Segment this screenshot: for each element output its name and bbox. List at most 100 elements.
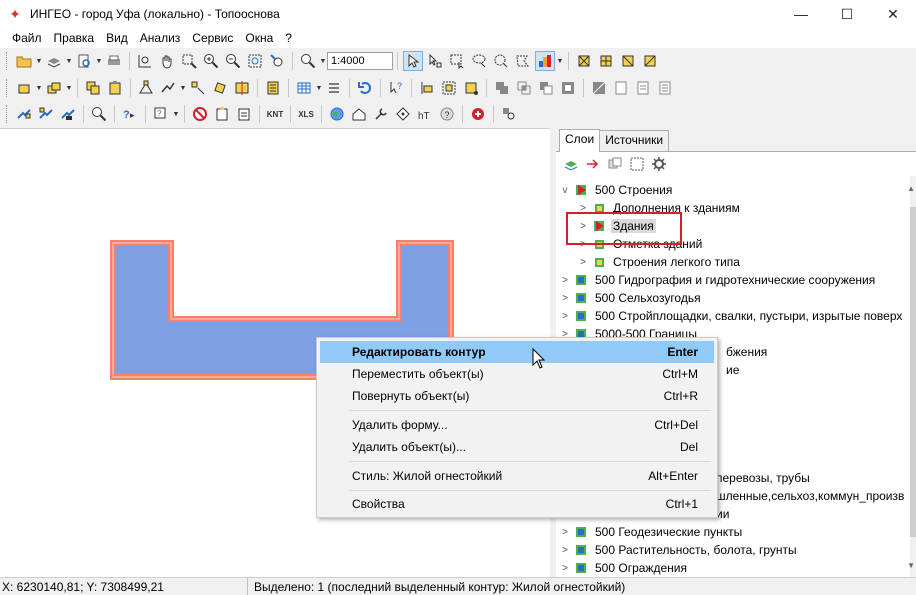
transform-1-icon[interactable] bbox=[15, 105, 33, 123]
zoom-out-icon[interactable] bbox=[224, 52, 242, 70]
chevron-down-icon[interactable]: ▼ bbox=[315, 85, 323, 92]
zoom-rect-icon[interactable] bbox=[180, 52, 198, 70]
globe-icon[interactable] bbox=[328, 105, 346, 123]
scale-icon[interactable] bbox=[299, 52, 317, 70]
layers-move-icon[interactable] bbox=[584, 155, 602, 173]
toolbar-grip[interactable] bbox=[6, 105, 10, 123]
height-tool-icon[interactable]: hT bbox=[416, 105, 434, 123]
xls-export-icon[interactable]: XLS bbox=[297, 105, 315, 123]
object-tool-2-icon[interactable] bbox=[597, 52, 615, 70]
tree-node[interactable]: v 500 Строения bbox=[559, 181, 674, 199]
query-select-icon[interactable]: ? ▸ bbox=[121, 105, 139, 123]
tree-node[interactable]: >500 Растительность, болота, грунты bbox=[559, 541, 799, 559]
style-palette-icon[interactable] bbox=[535, 51, 555, 71]
toolbar-grip[interactable] bbox=[6, 79, 10, 97]
snap-node-icon[interactable] bbox=[462, 79, 480, 97]
object-tool-1-icon[interactable] bbox=[575, 52, 593, 70]
attribute-icon[interactable] bbox=[264, 79, 282, 97]
menu-help[interactable]: ? bbox=[279, 28, 298, 48]
tab-layers[interactable]: Слои bbox=[559, 129, 601, 152]
move-node-icon[interactable] bbox=[189, 79, 207, 97]
rotate-object-icon[interactable] bbox=[211, 79, 229, 97]
new-object-icon[interactable] bbox=[15, 79, 33, 97]
maximize-button[interactable]: ☐ bbox=[824, 0, 870, 28]
layers-add-icon[interactable] bbox=[562, 155, 580, 173]
scroll-up-icon[interactable]: ▲ bbox=[907, 184, 915, 193]
menu-view[interactable]: Вид bbox=[100, 28, 134, 48]
print-preview-icon[interactable] bbox=[75, 52, 93, 70]
scrollbar-thumb[interactable] bbox=[910, 207, 916, 537]
layers-copy-icon[interactable] bbox=[606, 155, 624, 173]
minimize-button[interactable]: — bbox=[778, 0, 824, 28]
no-entry-icon[interactable] bbox=[191, 105, 209, 123]
close-button[interactable]: ✕ bbox=[870, 0, 916, 28]
chevron-right-icon[interactable]: > bbox=[559, 293, 571, 304]
chevron-right-icon[interactable]: > bbox=[559, 563, 571, 574]
menu-item-properties[interactable]: Свойства Ctrl+1 bbox=[320, 493, 714, 515]
snap-icon[interactable] bbox=[418, 79, 436, 97]
chevron-right-icon[interactable]: > bbox=[559, 275, 571, 286]
gear-icon[interactable] bbox=[650, 155, 668, 173]
clipboard-list-icon[interactable] bbox=[235, 105, 253, 123]
snap-grid-icon[interactable] bbox=[440, 79, 458, 97]
tree-node[interactable]: >500 Геодезические пункты bbox=[559, 523, 744, 541]
chevron-down-icon[interactable]: v bbox=[559, 185, 571, 196]
chevron-down-icon[interactable]: ▼ bbox=[65, 85, 73, 92]
object-tool-3-icon[interactable] bbox=[619, 52, 637, 70]
home-icon[interactable] bbox=[350, 105, 368, 123]
menu-analysis[interactable]: Анализ bbox=[134, 28, 187, 48]
open-folder-icon[interactable] bbox=[15, 52, 33, 70]
search-icon[interactable] bbox=[90, 105, 108, 123]
query-icon[interactable]: ? bbox=[387, 79, 405, 97]
node-edit-icon[interactable] bbox=[137, 79, 155, 97]
knt-export-icon[interactable]: KNT bbox=[266, 105, 284, 123]
select-node-icon[interactable] bbox=[426, 52, 444, 70]
chevron-down-icon[interactable]: ▼ bbox=[35, 58, 43, 65]
zoom-in-icon[interactable] bbox=[202, 52, 220, 70]
table-icon[interactable] bbox=[295, 79, 313, 97]
chevron-right-icon[interactable]: > bbox=[559, 527, 571, 538]
transform-3-icon[interactable] bbox=[59, 105, 77, 123]
toolbar-grip[interactable] bbox=[6, 52, 10, 70]
tree-node[interactable]: бжения bbox=[724, 343, 769, 361]
help-icon[interactable]: ? bbox=[438, 105, 456, 123]
chevron-down-icon[interactable]: ▼ bbox=[556, 58, 564, 65]
tree-node[interactable]: >500 Стройплощадки, свалки, пустыри, изр… bbox=[559, 307, 904, 325]
paste-object-icon[interactable] bbox=[106, 79, 124, 97]
pan-hand-icon[interactable] bbox=[158, 52, 176, 70]
tree-node[interactable]: >500 Сельхозугодья bbox=[559, 289, 703, 307]
chevron-down-icon[interactable]: ▼ bbox=[179, 85, 187, 92]
draw-line-icon[interactable] bbox=[159, 79, 177, 97]
print-icon[interactable] bbox=[105, 52, 123, 70]
union-icon[interactable] bbox=[493, 79, 511, 97]
subtract-icon[interactable] bbox=[537, 79, 555, 97]
chevron-down-icon[interactable]: ▼ bbox=[319, 58, 327, 65]
doc-icon-2[interactable] bbox=[634, 79, 652, 97]
chevron-right-icon[interactable]: > bbox=[559, 545, 571, 556]
tree-node[interactable]: > Строения легкого типа bbox=[577, 253, 742, 271]
menu-service[interactable]: Сервис bbox=[186, 28, 239, 48]
select-lasso-icon[interactable] bbox=[470, 52, 488, 70]
copy-object-icon[interactable] bbox=[84, 79, 102, 97]
layers-frame-icon[interactable] bbox=[628, 155, 646, 173]
new-layer-icon[interactable] bbox=[45, 79, 63, 97]
menu-item-move-object[interactable]: Переместить объект(ы) Ctrl+M bbox=[320, 363, 714, 385]
doc-icon-3[interactable] bbox=[656, 79, 674, 97]
zoom-previous-icon[interactable] bbox=[268, 52, 286, 70]
chevron-down-icon[interactable]: ▼ bbox=[95, 58, 103, 65]
menu-item-rotate-object[interactable]: Повернуть объект(ы) Ctrl+R bbox=[320, 385, 714, 407]
menu-item-delete-shape[interactable]: Удалить форму... Ctrl+Del bbox=[320, 414, 714, 436]
tab-sources[interactable]: Источники bbox=[599, 130, 670, 151]
zoom-extent-icon[interactable] bbox=[136, 52, 154, 70]
split-object-icon[interactable] bbox=[233, 79, 251, 97]
menu-windows[interactable]: Окна bbox=[239, 28, 279, 48]
scale-input[interactable] bbox=[327, 52, 393, 70]
menu-item-delete-object[interactable]: Удалить объект(ы)... Del bbox=[320, 436, 714, 458]
info-icon[interactable]: ? bbox=[152, 105, 170, 123]
menu-item-style[interactable]: Стиль: Жилой огнестойкий Alt+Enter bbox=[320, 465, 714, 487]
select-circle-icon[interactable] bbox=[492, 52, 510, 70]
tree-node[interactable]: >500 Гидрография и гидротехнические соор… bbox=[559, 271, 877, 289]
node-search-icon[interactable] bbox=[500, 105, 518, 123]
chevron-right-icon[interactable]: > bbox=[577, 257, 589, 268]
select-rect-icon[interactable] bbox=[448, 52, 466, 70]
